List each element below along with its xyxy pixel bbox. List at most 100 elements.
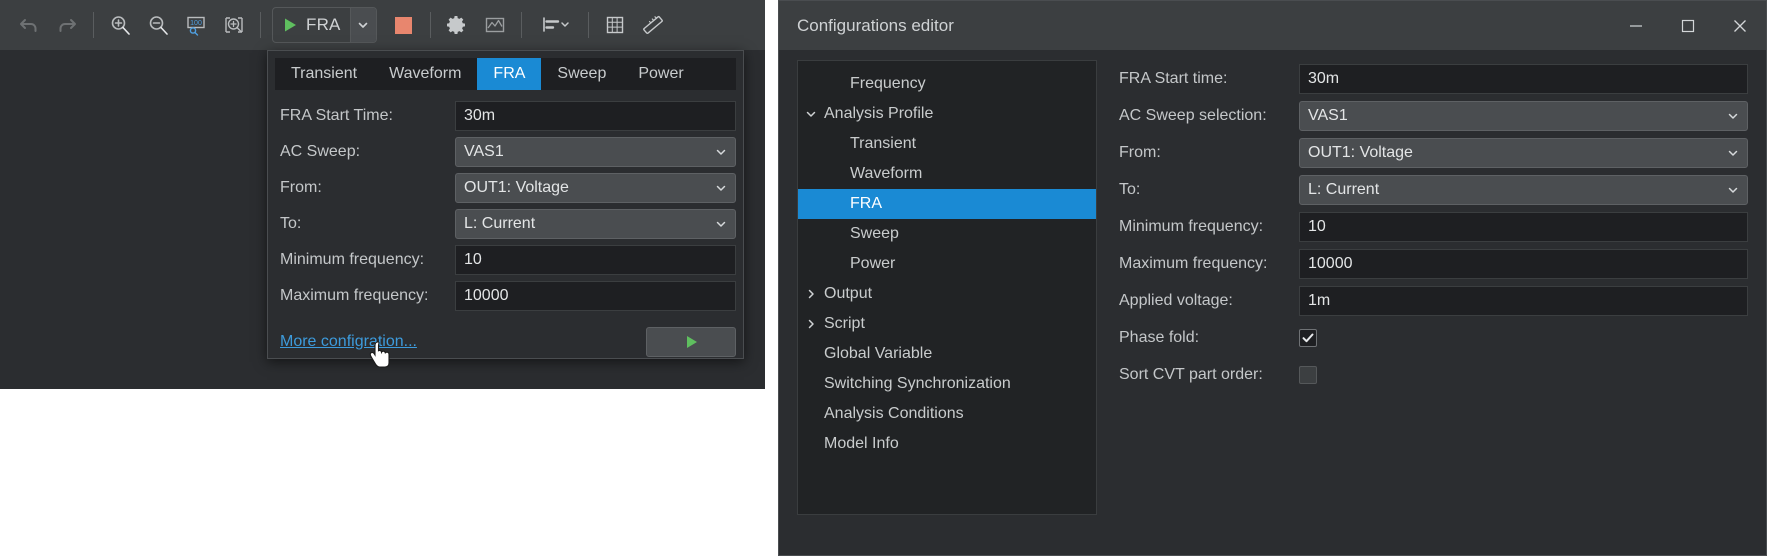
tree-item-sweep[interactable]: Sweep (798, 219, 1096, 249)
tree-item-model-info[interactable]: Model Info (798, 429, 1096, 459)
waveform-viewer-icon[interactable] (476, 7, 514, 43)
to-select[interactable]: L: Current (455, 209, 736, 239)
toolbar-separator (93, 12, 94, 38)
align-icon[interactable] (529, 7, 581, 43)
maximum-frequency-input[interactable]: 10000 (1299, 248, 1748, 279)
run-analysis-group: FRA (272, 7, 377, 43)
phase-fold-checkbox[interactable] (1299, 328, 1317, 347)
tree-item-label: Waveform (850, 165, 923, 182)
tab-sweep[interactable]: Sweep (541, 58, 622, 90)
run-fra-button[interactable]: FRA (273, 8, 350, 42)
maximum-frequency-label: Maximum frequency: (280, 287, 429, 304)
detail-row-to: To: L: Current (1119, 171, 1748, 208)
fra-start-time-label: FRA Start Time: (280, 107, 393, 124)
more-configuration-link[interactable]: More configration... (275, 333, 417, 351)
zoom-fit-icon[interactable] (215, 7, 253, 43)
maximum-frequency-input[interactable]: 10000 (455, 281, 736, 311)
tree-item-output[interactable]: Output (798, 279, 1096, 309)
tree-item-frequency[interactable]: Frequency (798, 69, 1096, 99)
popup-footer: More configration... (275, 322, 736, 362)
tab-waveform[interactable]: Waveform (373, 58, 477, 90)
chevron-right-icon[interactable] (798, 318, 824, 330)
chevron-right-icon[interactable] (798, 288, 824, 300)
from-label: From: (1119, 143, 1161, 161)
from-select[interactable]: OUT1: Voltage (455, 173, 736, 203)
tab-power[interactable]: Power (622, 58, 699, 90)
sort-cvt-part-order-checkbox[interactable] (1299, 365, 1317, 384)
minimum-frequency-label: Minimum frequency: (1119, 217, 1264, 235)
svg-text:100: 100 (190, 20, 202, 27)
detail-row-fra-start-time: FRA Start time: 30m (1119, 60, 1748, 97)
tree-item-label: Model Info (824, 435, 899, 452)
maximum-frequency-label: Maximum frequency: (1119, 254, 1268, 272)
to-value: L: Current (464, 215, 536, 232)
chevron-down-icon[interactable] (798, 108, 824, 120)
tree-item-label: Script (824, 315, 865, 332)
from-select[interactable]: OUT1: Voltage (1299, 137, 1748, 168)
analysis-tab-bar: Transient Waveform FRA Sweep Power (275, 58, 736, 90)
form-row-from: From: OUT1: Voltage (275, 170, 736, 206)
tree-item-power[interactable]: Power (798, 249, 1096, 279)
to-value: L: Current (1308, 180, 1380, 198)
chevron-down-icon (1728, 113, 1738, 119)
tree-item-label: Analysis Conditions (824, 405, 964, 422)
fra-start-time-input[interactable]: 30m (455, 101, 736, 131)
ac-sweep-select[interactable]: VAS1 (455, 137, 736, 167)
fra-start-time-label: FRA Start time: (1119, 69, 1228, 87)
tree-item-label: Sweep (850, 225, 899, 242)
minimize-button[interactable] (1610, 1, 1662, 50)
applied-voltage-input[interactable]: 1m (1299, 285, 1748, 316)
redo-icon[interactable] (48, 7, 86, 43)
chevron-down-icon (716, 221, 726, 227)
tree-item-fra[interactable]: FRA (798, 189, 1096, 219)
maximize-button[interactable] (1662, 1, 1714, 50)
tree-item-waveform[interactable]: Waveform (798, 159, 1096, 189)
phase-fold-label: Phase fold: (1119, 328, 1200, 346)
minimum-frequency-input[interactable]: 10 (1299, 211, 1748, 242)
undo-icon[interactable] (10, 7, 48, 43)
toolbar-separator (260, 12, 261, 38)
tree-item-script[interactable]: Script (798, 309, 1096, 339)
tree-item-transient[interactable]: Transient (798, 129, 1096, 159)
chevron-down-icon (1728, 150, 1738, 156)
popup-run-button[interactable] (646, 327, 736, 357)
checkmark-icon (1302, 333, 1314, 342)
grid-icon[interactable] (596, 7, 634, 43)
minimum-frequency-input[interactable]: 10 (455, 245, 736, 275)
ac-sweep-selection-value: VAS1 (1308, 106, 1348, 124)
minimum-frequency-label: Minimum frequency: (280, 251, 425, 268)
tree-item-analysis-profile[interactable]: Analysis Profile (798, 99, 1096, 129)
settings-gear-icon[interactable] (438, 7, 476, 43)
detail-row-maximum-frequency: Maximum frequency: 10000 (1119, 245, 1748, 282)
to-select[interactable]: L: Current (1299, 174, 1748, 205)
dialog-titlebar[interactable]: Configurations editor (779, 1, 1766, 50)
tree-item-label: Analysis Profile (824, 105, 934, 122)
tree-item-label: Power (850, 255, 896, 272)
tree-item-label: Switching Synchronization (824, 375, 1011, 392)
tree-item-switching-synchronization[interactable]: Switching Synchronization (798, 369, 1096, 399)
toolbar-separator (587, 12, 589, 38)
tree-item-label: Global Variable (824, 345, 933, 362)
detail-row-minimum-frequency: Minimum frequency: 10 (1119, 208, 1748, 245)
zoom-100-icon[interactable]: 100 (177, 7, 215, 43)
stop-simulation-button[interactable] (385, 7, 423, 43)
form-row-fra-start-time: FRA Start Time: 30m (275, 98, 736, 134)
play-triangle-icon (687, 336, 697, 348)
tree-item-analysis-conditions[interactable]: Analysis Conditions (798, 399, 1096, 429)
tab-fra[interactable]: FRA (477, 58, 542, 90)
tab-transient[interactable]: Transient (275, 58, 373, 90)
ac-sweep-selection-select[interactable]: VAS1 (1299, 100, 1748, 131)
close-button[interactable] (1714, 1, 1766, 50)
detail-row-phase-fold: Phase fold: (1119, 319, 1748, 356)
zoom-in-icon[interactable] (101, 7, 139, 43)
run-analysis-dropdown-button[interactable] (349, 8, 376, 42)
fra-start-time-input[interactable]: 30m (1299, 63, 1748, 94)
toolbar-separator (520, 12, 522, 38)
tree-item-global-variable[interactable]: Global Variable (798, 339, 1096, 369)
fra-settings-popup: Transient Waveform FRA Sweep Power FRA S… (267, 50, 744, 359)
ruler-icon[interactable] (634, 7, 672, 43)
zoom-out-icon[interactable] (139, 7, 177, 43)
tree-item-label: Frequency (850, 75, 926, 92)
minimize-icon (1630, 24, 1642, 27)
chevron-down-icon (1728, 187, 1738, 193)
